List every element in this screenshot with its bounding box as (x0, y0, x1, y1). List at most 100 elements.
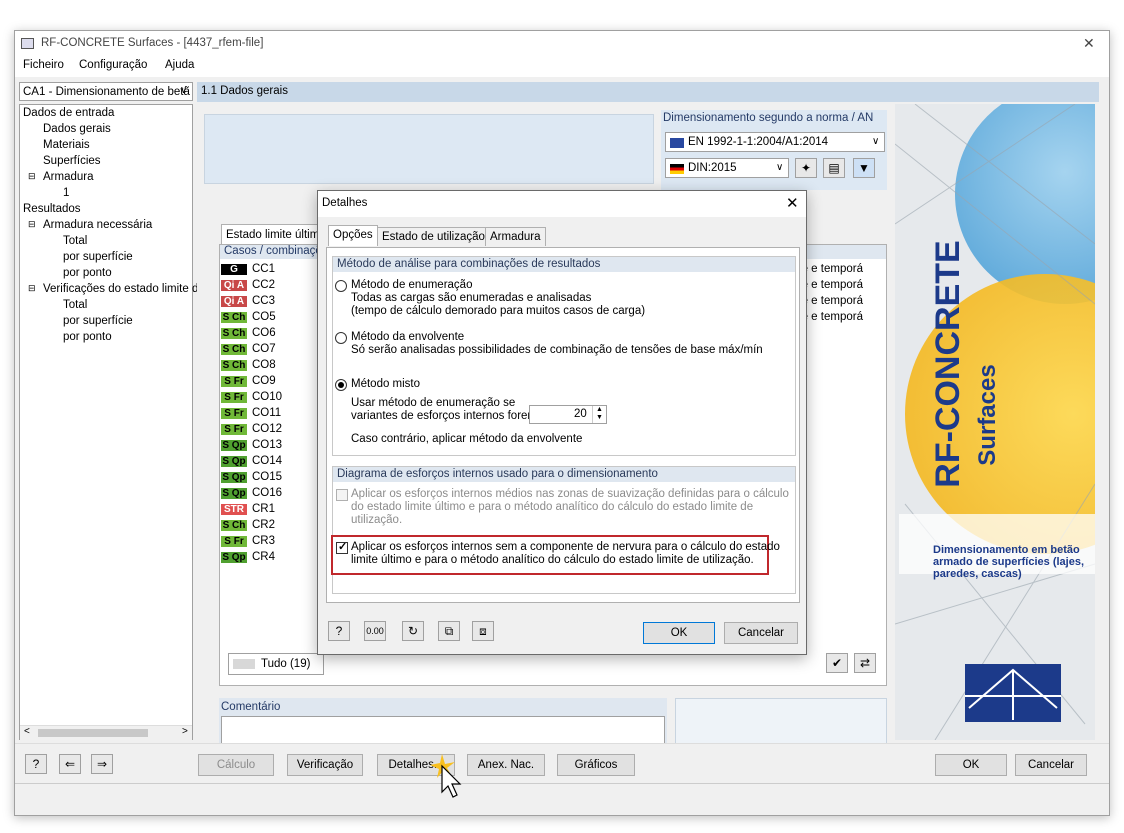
tab-estado-utilizacao[interactable]: Estado de utilização (377, 227, 490, 246)
table-row[interactable]: S Qp CO14 (220, 453, 282, 469)
tree-item-por-superficie[interactable]: por superfície (63, 315, 133, 327)
menu-bar: Ficheiro Configuração Ajuda (15, 57, 1109, 77)
close-icon[interactable]: ✕ (786, 194, 799, 212)
table-row[interactable]: S Qp CR4 (220, 549, 275, 565)
cancel-button[interactable]: Cancelar (1015, 754, 1087, 776)
annex-button[interactable]: Anex. Nac. (467, 754, 545, 776)
help-icon[interactable]: ? (25, 754, 47, 774)
case-tag: G (221, 264, 247, 275)
case-id: CO16 (252, 487, 283, 499)
radio-envelope[interactable] (335, 332, 347, 344)
case-tag: S Ch (221, 520, 247, 531)
case-tag: S Ch (221, 360, 247, 371)
checkbox-no-rib-forces[interactable]: ✓ (336, 541, 348, 554)
table-row[interactable]: S Fr CR3 (220, 533, 275, 549)
table-row[interactable]: S Fr CO11 (220, 405, 281, 421)
table-row[interactable]: Qi A CC3 (220, 293, 275, 309)
table-row[interactable]: S Fr CO12 (220, 421, 282, 437)
dialog-ok-button[interactable]: OK (643, 622, 715, 644)
tree-item-armadura[interactable]: Armadura (43, 171, 94, 183)
save-defaults-icon[interactable]: ⧉ (438, 621, 460, 641)
select-all-icon[interactable]: ✔ (826, 653, 848, 673)
tree-item-materiais[interactable]: Materiais (43, 139, 90, 151)
case-selector[interactable]: CA1 - Dimensionamento de betã ∨ (19, 82, 193, 101)
menu-ajuda[interactable]: Ajuda (165, 59, 194, 71)
tree-item-por-ponto[interactable]: por ponto (63, 331, 112, 343)
case-tag: S Fr (221, 408, 247, 419)
checkbox-average-forces[interactable] (336, 489, 348, 501)
tree-item-dados-gerais[interactable]: Dados gerais (43, 123, 111, 135)
checkmark-icon: ✓ (338, 541, 348, 553)
table-row[interactable]: S Fr CO9 (220, 373, 276, 389)
tree-item-por-ponto[interactable]: por ponto (63, 267, 112, 279)
menu-ficheiro[interactable]: Ficheiro (23, 59, 64, 71)
tree-item-superficies[interactable]: Superfícies (43, 155, 101, 167)
tree-group-verificacoes[interactable]: Verificações do estado limite de (43, 283, 205, 295)
table-row[interactable]: S Ch CO6 (220, 325, 276, 341)
table-row[interactable]: S Fr CO10 (220, 389, 282, 405)
help-icon[interactable]: ? (328, 621, 350, 641)
case-tag: S Ch (221, 344, 247, 355)
description-box (204, 114, 654, 184)
tree-item-por-superficie[interactable]: por superfície (63, 251, 133, 263)
tree-item-total[interactable]: Total (63, 299, 87, 311)
toggle-selection-icon[interactable]: ⇄ (854, 653, 876, 673)
scroll-left-icon[interactable]: < (24, 726, 30, 737)
new-annex-icon[interactable]: ✦ (795, 158, 817, 178)
chevron-down-icon: ∨ (872, 136, 880, 147)
chevron-down-icon: ∨ (180, 85, 188, 96)
ok-button[interactable]: OK (935, 754, 1007, 776)
filter-icon[interactable]: ▼ (853, 158, 875, 178)
env-label: Método da envolvente (351, 331, 465, 343)
reset-icon[interactable]: ↻ (402, 621, 424, 641)
case-id: CC2 (252, 279, 276, 291)
app-icon (21, 38, 34, 49)
case-tag: S Fr (221, 424, 247, 435)
case-id: CR2 (252, 519, 276, 531)
table-row[interactable]: S Qp CO15 (220, 469, 282, 485)
units-icon[interactable]: 0.00 (364, 621, 386, 641)
verify-button[interactable]: Verificação (287, 754, 363, 776)
annex-select[interactable]: DIN:2015 ∨ (665, 158, 789, 178)
table-row[interactable]: S Ch CO5 (220, 309, 276, 325)
scroll-right-icon[interactable]: > (182, 726, 188, 737)
expand-icon[interactable]: ⊟ (28, 171, 36, 182)
tree-input-root[interactable]: Dados de entrada (23, 107, 114, 119)
table-row[interactable]: S Qp CO16 (220, 485, 282, 501)
radio-mixed[interactable] (335, 379, 347, 391)
filter-select[interactable]: Tudo (19) (228, 653, 324, 675)
tree-item-armadura-1[interactable]: 1 (63, 187, 69, 199)
table-row[interactable]: G CC1 (220, 261, 275, 277)
tab-estado-limite-ultimo[interactable]: Estado limite último (221, 224, 331, 244)
table-row[interactable]: S Ch CO7 (220, 341, 276, 357)
table-row[interactable]: S Qp CO13 (220, 437, 282, 453)
table-row[interactable]: S Ch CR2 (220, 517, 275, 533)
logo-sub-container: Surfaces (974, 344, 1005, 484)
calc-button[interactable]: Cálculo (198, 754, 274, 776)
dialog-cancel-button[interactable]: Cancelar (724, 622, 798, 644)
edit-annex-icon[interactable]: ▤ (823, 158, 845, 178)
spinner-arrows-icon[interactable]: ▲ ▼ (592, 406, 606, 423)
standard-select[interactable]: EN 1992-1-1:2004/A1:2014 ∨ (665, 132, 885, 152)
expand-icon[interactable]: ⊟ (28, 219, 36, 230)
table-row[interactable]: Qi A CC2 (220, 277, 275, 293)
export-icon[interactable]: ⇒ (91, 754, 113, 774)
tree-item-total[interactable]: Total (63, 235, 87, 247)
close-icon[interactable]: ✕ (1083, 35, 1095, 52)
import-icon[interactable]: ⇐ (59, 754, 81, 774)
mixed-label: Método misto (351, 378, 421, 390)
tree-scrollbar[interactable]: < > (20, 725, 192, 740)
expand-icon[interactable]: ⊟ (28, 283, 36, 294)
tree-group-armadura-necessaria[interactable]: Armadura necessária (43, 219, 152, 231)
scroll-thumb[interactable] (38, 729, 148, 737)
table-row[interactable]: S Ch CO8 (220, 357, 276, 373)
tab-opcoes[interactable]: Opções (328, 225, 378, 246)
tab-armadura[interactable]: Armadura (485, 227, 546, 246)
mixed-value-spinner[interactable]: 20 ▲ ▼ (529, 405, 607, 424)
tree-results-root[interactable]: Resultados (23, 203, 81, 215)
radio-enumeration[interactable] (335, 280, 347, 292)
table-row[interactable]: STR CR1 (220, 501, 275, 517)
menu-configuracao[interactable]: Configuração (79, 59, 147, 71)
graphics-button[interactable]: Gráficos (557, 754, 635, 776)
load-defaults-icon[interactable]: ⧈ (472, 621, 494, 641)
